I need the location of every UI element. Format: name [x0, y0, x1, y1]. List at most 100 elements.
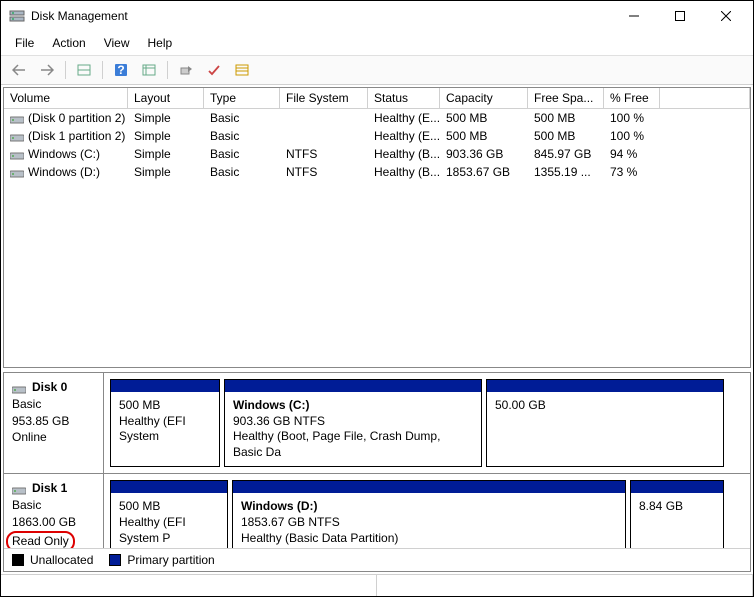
partition-name: Windows (C:) [233, 398, 473, 414]
partition-size: 1853.67 GB NTFS [241, 515, 617, 531]
app-icon [9, 8, 25, 24]
volume-pct: 100 % [604, 128, 660, 144]
help-button[interactable]: ? [109, 59, 133, 81]
menu-view[interactable]: View [96, 33, 138, 53]
svg-text:?: ? [117, 63, 124, 77]
toolbar-separator [65, 61, 66, 79]
menu-file[interactable]: File [7, 33, 42, 53]
legend: Unallocated Primary partition [4, 548, 750, 571]
volume-row[interactable]: Windows (D:)SimpleBasicNTFSHealthy (B...… [4, 163, 750, 181]
toolbar-separator [167, 61, 168, 79]
partition-body: 500 MBHealthy (EFI System P [111, 493, 227, 548]
volume-name: Windows (C:) [4, 146, 128, 162]
partition-status: Healthy (EFI System [119, 414, 211, 445]
column-status[interactable]: Status [368, 88, 440, 108]
disk-row: Disk 1Basic1863.00 GBRead Only500 MBHeal… [4, 474, 750, 548]
forward-button[interactable] [35, 59, 59, 81]
partition-status: Healthy (EFI System P [119, 515, 219, 546]
volume-header-row: Volume Layout Type File System Status Ca… [4, 88, 750, 109]
menubar: File Action View Help [1, 31, 753, 55]
disk-name: Disk 1 [12, 480, 95, 497]
content-area: Volume Layout Type File System Status Ca… [1, 85, 753, 574]
partition-color-bar [225, 380, 481, 392]
volume-fs: NTFS [280, 164, 368, 180]
legend-label-unallocated: Unallocated [30, 553, 93, 567]
column-pctfree[interactable]: % Free [604, 88, 660, 108]
disk-graphical-pane: Disk 0Basic953.85 GBOnline500 MBHealthy … [3, 372, 751, 572]
partition-color-bar [487, 380, 723, 392]
toolbar-separator [102, 61, 103, 79]
disk-state: Read Only [12, 531, 95, 548]
status-bar [1, 574, 753, 596]
partition-color-bar [111, 380, 219, 392]
volume-status: Healthy (E... [368, 128, 440, 144]
disk-scroll-area[interactable]: Disk 0Basic953.85 GBOnline500 MBHealthy … [4, 373, 750, 548]
legend-box-unallocated [12, 554, 24, 566]
disk-size: 953.85 GB [12, 413, 95, 430]
maximize-button[interactable] [657, 1, 703, 31]
apply-button[interactable] [202, 59, 226, 81]
back-button[interactable] [7, 59, 31, 81]
volume-row[interactable]: Windows (C:)SimpleBasicNTFSHealthy (B...… [4, 145, 750, 163]
disk-info[interactable]: Disk 1Basic1863.00 GBRead Only [4, 474, 104, 548]
partition-name: Windows (D:) [241, 499, 617, 515]
status-cell [377, 575, 753, 596]
volume-free: 1355.19 ... [528, 164, 604, 180]
volume-pct: 100 % [604, 110, 660, 126]
volume-status: Healthy (B... [368, 164, 440, 180]
partition[interactable]: 8.84 GB [630, 480, 724, 548]
partition[interactable]: Windows (D:)1853.67 GB NTFSHealthy (Basi… [232, 480, 626, 548]
disk-state: Online [12, 429, 95, 446]
volume-list-body[interactable]: (Disk 0 partition 2)SimpleBasicHealthy (… [4, 109, 750, 181]
volume-capacity: 500 MB [440, 128, 528, 144]
column-volume[interactable]: Volume [4, 88, 128, 108]
settings-button[interactable] [137, 59, 161, 81]
partition[interactable]: 50.00 GB [486, 379, 724, 467]
volume-type: Basic [204, 110, 280, 126]
column-capacity[interactable]: Capacity [440, 88, 528, 108]
legend-label-primary: Primary partition [127, 553, 214, 567]
partition-size: 903.36 GB NTFS [233, 414, 473, 430]
partition[interactable]: 500 MBHealthy (EFI System P [110, 480, 228, 548]
titlebar[interactable]: Disk Management [1, 1, 753, 31]
disk-icon [10, 132, 24, 142]
disk-icon [10, 114, 24, 124]
menu-action[interactable]: Action [44, 33, 93, 53]
volume-status: Healthy (B... [368, 146, 440, 162]
partition[interactable]: Windows (C:)903.36 GB NTFSHealthy (Boot,… [224, 379, 482, 467]
volume-free: 845.97 GB [528, 146, 604, 162]
close-button[interactable] [703, 1, 749, 31]
partition-size: 50.00 GB [495, 398, 715, 414]
list-button[interactable] [230, 59, 254, 81]
partition[interactable]: 500 MBHealthy (EFI System [110, 379, 220, 467]
legend-primary: Primary partition [109, 553, 214, 567]
partition-color-bar [233, 481, 625, 493]
partition-body: 50.00 GB [487, 392, 723, 420]
column-type[interactable]: Type [204, 88, 280, 108]
volume-row[interactable]: (Disk 0 partition 2)SimpleBasicHealthy (… [4, 109, 750, 127]
partition-body: Windows (C:)903.36 GB NTFSHealthy (Boot,… [225, 392, 481, 466]
minimize-button[interactable] [611, 1, 657, 31]
volume-fs [280, 128, 368, 144]
partition-color-bar [631, 481, 723, 493]
partition-size: 500 MB [119, 499, 219, 515]
readonly-highlight: Read Only [6, 531, 75, 548]
view-split-button[interactable] [72, 59, 96, 81]
column-filesystem[interactable]: File System [280, 88, 368, 108]
disk-info[interactable]: Disk 0Basic953.85 GBOnline [4, 373, 104, 473]
partition-status: Healthy (Boot, Page File, Crash Dump, Ba… [233, 429, 473, 460]
disk-icon [10, 168, 24, 178]
column-free[interactable]: Free Spa... [528, 88, 604, 108]
disk-type: Basic [12, 497, 95, 514]
refresh-button[interactable] [174, 59, 198, 81]
volume-pct: 73 % [604, 164, 660, 180]
volume-capacity: 1853.67 GB [440, 164, 528, 180]
volume-free: 500 MB [528, 110, 604, 126]
volume-type: Basic [204, 128, 280, 144]
volume-list-pane[interactable]: Volume Layout Type File System Status Ca… [3, 87, 751, 368]
menu-help[interactable]: Help [140, 33, 181, 53]
volume-free: 500 MB [528, 128, 604, 144]
volume-pct: 94 % [604, 146, 660, 162]
column-layout[interactable]: Layout [128, 88, 204, 108]
volume-row[interactable]: (Disk 1 partition 2)SimpleBasicHealthy (… [4, 127, 750, 145]
